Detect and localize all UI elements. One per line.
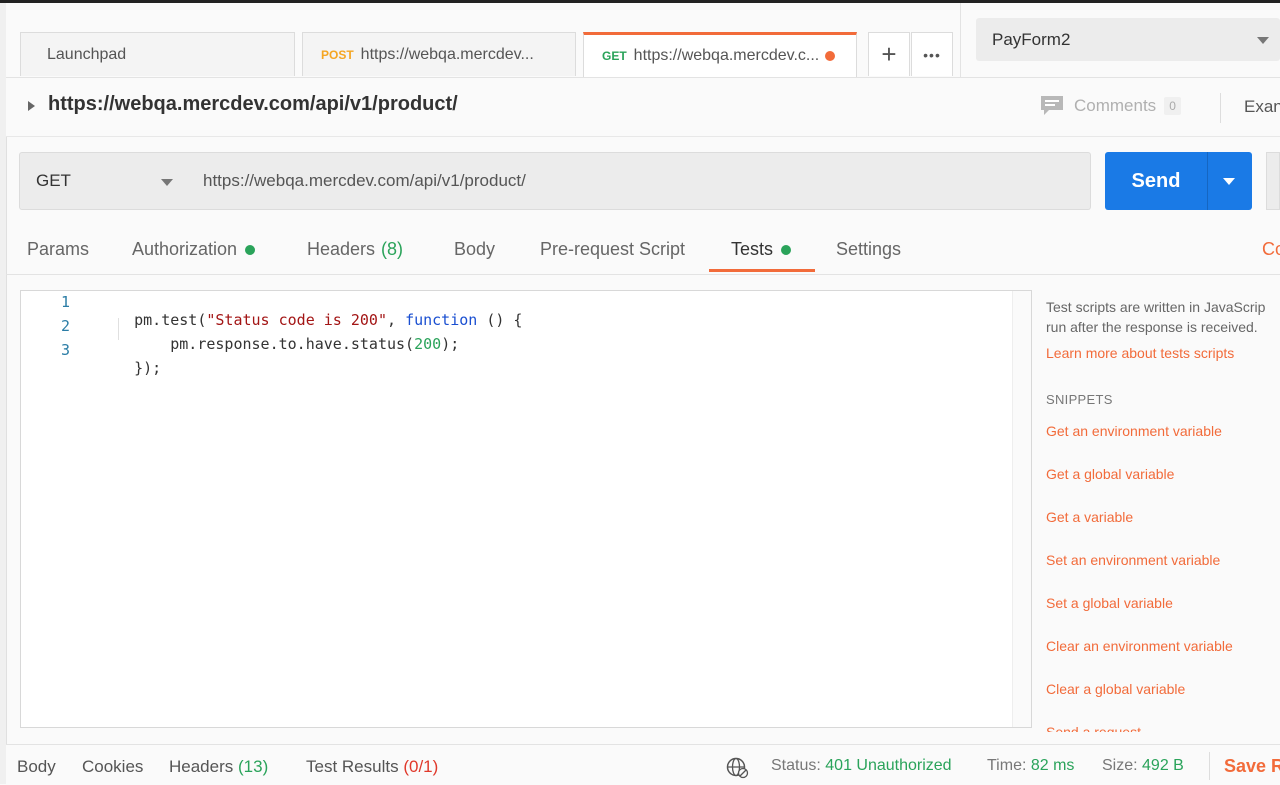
divider: [960, 3, 961, 77]
environment-select[interactable]: PayForm2: [976, 18, 1280, 61]
snippets-heading: SNIPPETS: [1046, 392, 1113, 407]
unsaved-dot-icon: [825, 51, 836, 61]
tab-method-badge: POST: [321, 47, 354, 62]
send-button[interactable]: Send: [1105, 152, 1252, 210]
globe-icon[interactable]: [726, 757, 750, 779]
tab-get-request[interactable]: GET https://webqa.mercdev.c...: [583, 32, 857, 77]
method-select[interactable]: GET: [19, 152, 189, 210]
tab-label: Cookies: [82, 757, 144, 776]
learn-more-link[interactable]: Learn more about tests scripts: [1046, 345, 1234, 361]
tab-label: Body: [17, 757, 56, 776]
chevron-down-icon: [161, 179, 173, 186]
snippet-link[interactable]: Get a variable: [1046, 509, 1133, 525]
response-size: Size: 492 B: [1102, 757, 1184, 775]
comments-button[interactable]: Comments 0: [1040, 95, 1181, 117]
url-input[interactable]: https://webqa.mercdev.com/api/v1/product…: [188, 152, 1091, 210]
caret-right-icon[interactable]: [28, 101, 35, 111]
save-response-button[interactable]: Save R: [1224, 756, 1280, 777]
tab-body[interactable]: Body: [454, 239, 495, 260]
size-value[interactable]: 492 B: [1142, 757, 1184, 774]
tab-options-button[interactable]: •••: [911, 32, 953, 76]
tab-label: Tests: [731, 239, 774, 259]
time-label: Time:: [987, 757, 1027, 774]
response-tab-headers[interactable]: Headers (13): [169, 757, 268, 777]
active-indicator-icon: [781, 244, 792, 255]
response-tab-body[interactable]: Body: [17, 757, 56, 777]
code-token: });: [134, 359, 162, 377]
tests-description-line2: run after the response is received.: [1046, 319, 1258, 335]
tab-authorization[interactable]: Authorization: [132, 239, 256, 260]
snippet-link[interactable]: Set a global variable: [1046, 595, 1173, 611]
status-value[interactable]: 401 Unauthorized: [825, 757, 951, 774]
test-results-count: (0/1): [403, 757, 439, 776]
divider: [1220, 93, 1221, 123]
tab-label: Headers: [307, 239, 376, 259]
plus-icon: +: [881, 39, 897, 69]
tab-label: Pre-request Script: [540, 239, 686, 259]
url-value: https://webqa.mercdev.com/api/v1/product…: [203, 171, 526, 190]
tab-settings[interactable]: Settings: [836, 239, 901, 260]
cookies-link[interactable]: Co: [1262, 239, 1280, 260]
tab-label: Settings: [836, 239, 902, 259]
divider: [1209, 752, 1210, 780]
tab-launchpad[interactable]: Launchpad: [20, 32, 295, 76]
request-title[interactable]: https://webqa.mercdev.com/api/v1/product…: [48, 93, 458, 116]
response-status: Status: 401 Unauthorized: [771, 757, 952, 775]
tab-label: https://webqa.mercdev.c...: [633, 47, 820, 64]
divider: [1207, 152, 1208, 210]
tab-tests[interactable]: Tests: [731, 239, 792, 260]
tab-label: Headers: [169, 757, 234, 776]
send-label: Send: [1131, 169, 1181, 192]
chevron-down-icon[interactable]: [1223, 177, 1235, 185]
code-token: pm.response.to.have.status(: [134, 335, 415, 353]
tab-label: https://webqa.mercdev...: [360, 45, 534, 63]
snippet-link[interactable]: Get an environment variable: [1046, 423, 1222, 439]
size-label: Size:: [1102, 757, 1138, 774]
tab-label: Params: [27, 239, 90, 259]
response-time: Time: 82 ms: [987, 757, 1074, 775]
save-button[interactable]: [1266, 152, 1280, 210]
tab-label: Authorization: [132, 239, 238, 259]
code-token-number: 200: [414, 335, 442, 353]
response-tab-cookies[interactable]: Cookies: [82, 757, 143, 777]
line-number: 3: [60, 341, 70, 359]
examples-button[interactable]: Exan: [1244, 97, 1280, 117]
snippet-link[interactable]: Clear an environment variable: [1046, 638, 1233, 654]
tab-label: Body: [454, 239, 496, 259]
snippet-link[interactable]: Clear a global variable: [1046, 681, 1185, 697]
tab-prerequest-script[interactable]: Pre-request Script: [540, 239, 685, 260]
tab-label: Launchpad: [47, 45, 127, 63]
tab-headers[interactable]: Headers (8): [307, 239, 403, 260]
snippet-link[interactable]: Set an environment variable: [1046, 552, 1220, 568]
comments-label: Comments: [1074, 96, 1157, 115]
code-token: () {: [477, 311, 523, 329]
comments-count-badge: 0: [1164, 97, 1181, 115]
method-selected: GET: [36, 171, 71, 190]
comments-icon: [1041, 96, 1063, 115]
headers-count: (13): [238, 757, 269, 776]
snippet-link[interactable]: Send a request: [1046, 724, 1141, 732]
snippet-link[interactable]: Get a global variable: [1046, 466, 1174, 482]
environment-selected: PayForm2: [992, 29, 1071, 49]
tab-params[interactable]: Params: [27, 239, 89, 260]
more-icon: •••: [923, 46, 941, 63]
tab-label: Test Results: [306, 757, 399, 776]
tests-description-line1: Test scripts are written in JavaScrip: [1046, 299, 1266, 315]
code-token: );: [441, 335, 460, 353]
time-value[interactable]: 82 ms: [1031, 757, 1075, 774]
status-label: Status:: [771, 757, 821, 774]
editor-scrollbar[interactable]: [1012, 291, 1031, 727]
chevron-down-icon: [1257, 37, 1269, 44]
active-indicator-icon: [245, 244, 256, 255]
tab-post-request[interactable]: POST https://webqa.mercdev...: [302, 32, 576, 76]
active-tab-underline: [709, 269, 815, 272]
new-tab-button[interactable]: +: [868, 32, 910, 76]
response-tab-test-results[interactable]: Test Results (0/1): [306, 757, 438, 777]
tab-method-badge: GET: [602, 49, 627, 63]
headers-count: (8): [381, 239, 404, 259]
code-line: 3 });: [36, 341, 161, 395]
